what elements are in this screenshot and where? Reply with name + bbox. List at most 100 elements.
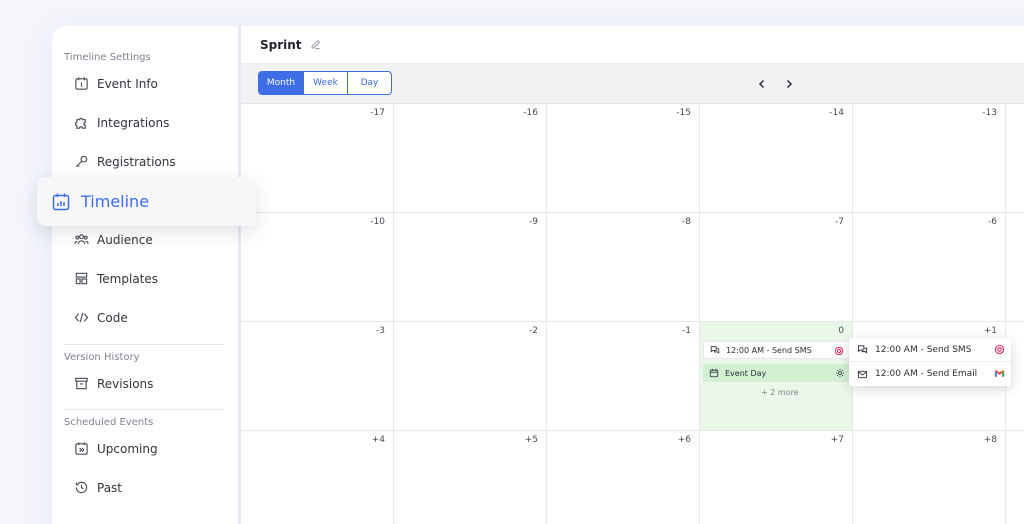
sidebar-item-label: Audience	[97, 232, 153, 247]
puzzle-icon	[74, 117, 86, 129]
calendar-day-cell[interactable]: -1	[547, 322, 700, 431]
calendar-day-cell[interactable]	[1006, 104, 1024, 213]
day-number: -6	[988, 217, 997, 227]
view-week-button[interactable]: Week	[303, 72, 347, 94]
day-number: +4	[371, 435, 385, 445]
sidebar-item-integrations[interactable]: Integrations	[74, 115, 169, 130]
settings-gear-icon[interactable]	[835, 368, 845, 378]
gmail-icon	[994, 370, 1005, 377]
key-icon	[75, 155, 88, 168]
app-window: Timeline Settings Event Info Integration…	[52, 26, 1024, 524]
events-popover: 12:00 AM - Send SMS 12:00 AM - Send Emai…	[849, 338, 1011, 386]
mail-icon	[857, 370, 868, 378]
calendar-day-cell[interactable]: +8	[853, 431, 1006, 524]
sidebar-item-label: Revisions	[97, 376, 154, 391]
chat-icon	[857, 345, 868, 354]
page-title: Sprint	[260, 37, 302, 52]
sidebar-item-label: Registrations	[97, 154, 176, 169]
day-number: -13	[982, 108, 997, 118]
event-label: 12:00 AM - Send SMS	[726, 345, 812, 355]
calendar-day-cell[interactable]	[1006, 431, 1024, 524]
calendar-day-cell[interactable]: +5	[394, 431, 547, 524]
calendar-day-cell[interactable]: -13	[853, 104, 1006, 213]
archive-icon	[75, 377, 88, 390]
section-title-version-history: Version History	[64, 352, 140, 363]
sidebar-item-audience[interactable]: Audience	[74, 232, 153, 247]
next-period-button[interactable]	[779, 74, 799, 94]
target-icon	[834, 346, 844, 356]
popup-event-send-sms[interactable]: 12:00 AM - Send SMS	[849, 338, 1011, 362]
sidebar-item-templates[interactable]: Templates	[74, 271, 158, 286]
event-label: 12:00 AM - Send SMS	[875, 344, 972, 355]
sidebar-item-label: Upcoming	[97, 441, 158, 456]
day-number: -2	[529, 326, 538, 336]
day-number: +5	[524, 435, 538, 445]
sidebar-item-code[interactable]: Code	[74, 310, 128, 325]
sidebar-item-label: Event Info	[97, 76, 158, 91]
event-label: 12:00 AM - Send Email	[875, 369, 978, 379]
sidebar-item-registrations[interactable]: Registrations	[74, 154, 176, 169]
calendar-day-cell[interactable]	[1006, 213, 1024, 322]
calendar-day-cell[interactable]: -6	[853, 213, 1006, 322]
sidebar-item-label: Integrations	[97, 115, 170, 130]
sidebar-item-label: Timeline	[81, 192, 150, 211]
sidebar-item-event-info[interactable]: Event Info	[74, 76, 158, 91]
sidebar-item-label: Code	[97, 310, 128, 325]
view-month-button[interactable]: Month	[259, 72, 303, 94]
sidebar-item-upcoming[interactable]: Upcoming	[74, 441, 158, 456]
more-events-link[interactable]: + 2 more	[761, 388, 799, 397]
day-number: -1	[682, 326, 691, 336]
day-number: +6	[677, 435, 691, 445]
view-toggle: Month Week Day	[258, 71, 392, 95]
calendar-chart-icon	[52, 193, 70, 210]
sidebar-item-revisions[interactable]: Revisions	[74, 376, 153, 391]
calendar-day-cell[interactable]: -7	[700, 213, 853, 322]
day-number: -14	[829, 108, 844, 118]
chat-icon	[710, 346, 720, 354]
calendar-grid: -17 -16 -15 -14 -13 -10 -9 -8 -7 -6 -3 -…	[241, 104, 1024, 524]
day-number: -17	[370, 108, 385, 118]
calendar-toolbar: Month Week Day	[241, 64, 1024, 104]
day-number: 0	[838, 326, 844, 336]
calendar-day-cell[interactable]: +6	[547, 431, 700, 524]
view-day-button[interactable]: Day	[347, 72, 391, 94]
day-number: -7	[835, 217, 844, 227]
calendar-day-cell[interactable]: -17	[241, 104, 394, 213]
code-icon	[74, 312, 89, 323]
calendar-day-cell[interactable]: -10	[241, 213, 394, 322]
calendar-forward-icon	[75, 442, 88, 455]
section-title-scheduled-events: Scheduled Events	[64, 417, 154, 428]
day-number: -15	[676, 108, 691, 118]
sidebar-item-timeline[interactable]: Timeline	[37, 177, 256, 226]
prev-period-button[interactable]	[752, 74, 772, 94]
day-number: +1	[983, 326, 997, 336]
sidebar-divider	[64, 409, 224, 410]
calendar-day-cell[interactable]: -16	[394, 104, 547, 213]
calendar-day-cell[interactable]: -8	[547, 213, 700, 322]
calendar-day-cell[interactable]: -14	[700, 104, 853, 213]
day-number: +8	[983, 435, 997, 445]
page-header: Sprint	[241, 26, 1024, 64]
day-number: -8	[682, 217, 691, 227]
sidebar: Timeline Settings Event Info Integration…	[52, 26, 238, 524]
calendar-day-cell[interactable]: +7	[700, 431, 853, 524]
edit-pencil-icon[interactable]	[310, 39, 321, 50]
sidebar-item-past[interactable]: Past	[74, 480, 122, 495]
day-number: -9	[529, 217, 538, 227]
event-event-day[interactable]: Event Day	[703, 364, 850, 382]
section-title-timeline-settings: Timeline Settings	[64, 52, 151, 63]
calendar-day-cell[interactable]: -15	[547, 104, 700, 213]
calendar-day-cell[interactable]: +4	[241, 431, 394, 524]
chevron-right-icon	[786, 79, 793, 89]
day-number: +7	[830, 435, 844, 445]
templates-icon	[75, 272, 88, 285]
day-number: -16	[523, 108, 538, 118]
calendar-day-cell[interactable]: -2	[394, 322, 547, 431]
calendar-day-cell[interactable]: -9	[394, 213, 547, 322]
event-send-sms[interactable]: 12:00 AM - Send SMS	[703, 341, 850, 359]
calendar-day-cell[interactable]: -3	[241, 322, 394, 431]
calendar-day-cell-event-day[interactable]: 0 12:00 AM - Send SMS Event Day + 2 more	[700, 322, 853, 431]
event-label: Event Day	[725, 368, 767, 378]
popup-event-send-email[interactable]: 12:00 AM - Send Email	[849, 362, 1011, 386]
sidebar-divider	[64, 344, 224, 345]
